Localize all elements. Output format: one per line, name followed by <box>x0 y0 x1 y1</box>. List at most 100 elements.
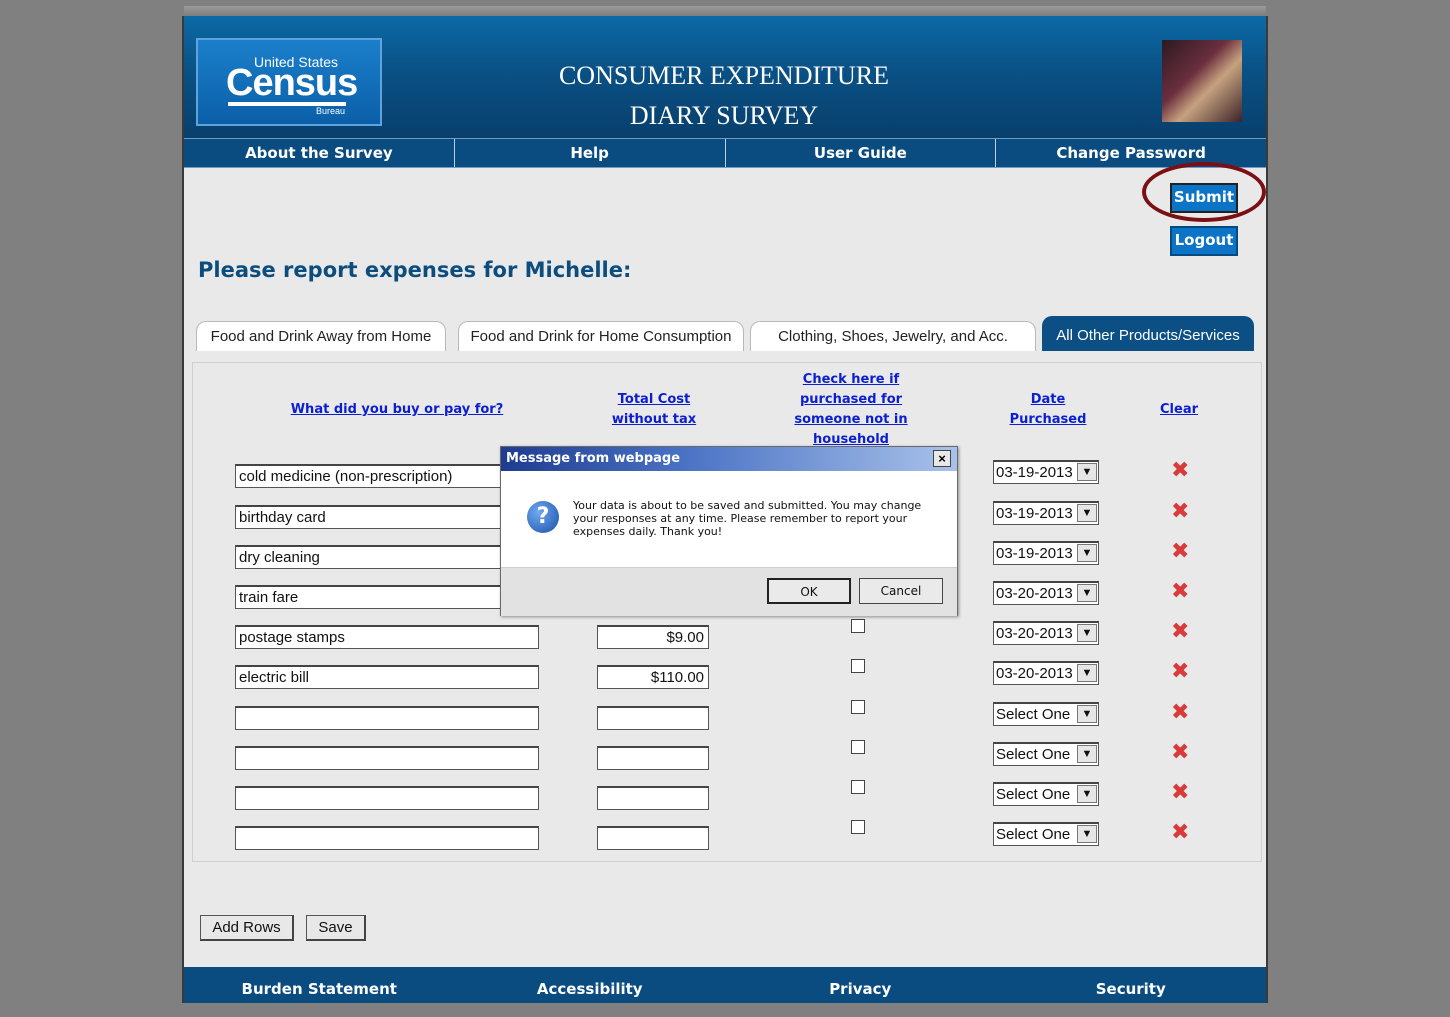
date-select[interactable]: 03-20-2013 ▼ <box>993 581 1099 605</box>
date-select[interactable]: Select One ▼ <box>993 822 1099 846</box>
cost-input[interactable] <box>597 706 709 730</box>
table-row: Select One ▼ ✖ <box>193 700 1261 746</box>
close-icon[interactable]: × <box>933 450 951 467</box>
logo-text-census: Census <box>226 62 358 104</box>
chevron-down-icon[interactable]: ▼ <box>1077 624 1097 642</box>
chevron-down-icon[interactable]: ▼ <box>1077 745 1097 763</box>
tab-clothing[interactable]: Clothing, Shoes, Jewelry, and Acc. <box>750 321 1036 351</box>
add-rows-button[interactable]: Add Rows <box>200 915 294 941</box>
date-select-value: 03-19-2013 <box>996 464 1073 481</box>
household-checkbox[interactable] <box>851 820 865 834</box>
nav-user-guide[interactable]: User Guide <box>726 139 997 167</box>
clear-x-icon[interactable]: ✖ <box>1171 702 1189 724</box>
household-checkbox[interactable] <box>851 619 865 633</box>
nav-help[interactable]: Help <box>455 139 726 167</box>
item-input[interactable] <box>235 706 539 730</box>
clear-x-icon[interactable]: ✖ <box>1171 460 1189 482</box>
nav-about-survey[interactable]: About the Survey <box>184 139 455 167</box>
clear-x-icon[interactable]: ✖ <box>1171 541 1189 563</box>
col-header-cost-line2: without tax <box>611 412 697 427</box>
date-select[interactable]: Select One ▼ <box>993 742 1099 766</box>
clear-x-icon[interactable]: ✖ <box>1171 742 1189 764</box>
logout-button[interactable]: Logout <box>1170 226 1238 256</box>
title-line-1: CONSUMER EXPENDITURE <box>558 61 890 90</box>
col-header-clear[interactable]: Clear <box>1149 400 1209 420</box>
footer-nav: Burden Statement Accessibility Privacy S… <box>184 967 1266 1003</box>
item-input[interactable] <box>235 786 539 810</box>
chevron-down-icon[interactable]: ▼ <box>1077 584 1097 602</box>
date-select[interactable]: Select One ▼ <box>993 702 1099 726</box>
chevron-down-icon[interactable]: ▼ <box>1077 825 1097 843</box>
tab-food-away[interactable]: Food and Drink Away from Home <box>196 321 446 351</box>
footer-privacy[interactable]: Privacy <box>725 967 996 1003</box>
page-title: CONSUMER EXPENDITURE DIARY SURVEY <box>484 56 964 136</box>
item-input[interactable] <box>235 746 539 770</box>
item-input[interactable]: electric bill <box>235 665 539 689</box>
item-input[interactable]: birthday card <box>235 505 539 529</box>
date-select-value: 03-20-2013 <box>996 665 1073 682</box>
ok-button[interactable]: OK <box>767 578 851 604</box>
col-header-check-line1: Check here if <box>802 372 900 387</box>
date-select-value: 03-19-2013 <box>996 545 1073 562</box>
cost-input[interactable] <box>597 786 709 810</box>
item-input[interactable]: cold medicine (non-prescription) <box>235 464 539 488</box>
household-checkbox[interactable] <box>851 659 865 673</box>
cost-input[interactable]: $110.00 <box>597 665 709 689</box>
submit-highlight-circle <box>1142 162 1266 222</box>
logo-text-bureau: Bureau <box>316 106 346 116</box>
date-select[interactable]: Select One ▼ <box>993 782 1099 806</box>
item-input[interactable]: train fare <box>235 585 539 609</box>
tab-all-other[interactable]: All Other Products/Services <box>1042 316 1254 351</box>
chevron-down-icon[interactable]: ▼ <box>1077 785 1097 803</box>
tab-food-home[interactable]: Food and Drink for Home Consumption <box>458 321 744 351</box>
cost-input[interactable] <box>597 826 709 850</box>
clear-x-icon[interactable]: ✖ <box>1171 621 1189 643</box>
dialog-message-line2: your responses at any time. Please remem… <box>573 512 908 525</box>
date-select-value: Select One <box>996 706 1071 723</box>
date-select-value: 03-20-2013 <box>996 625 1073 642</box>
footer-security[interactable]: Security <box>996 967 1267 1003</box>
household-checkbox[interactable] <box>851 700 865 714</box>
save-button[interactable]: Save <box>306 915 366 941</box>
title-line-2: DIARY SURVEY <box>629 101 819 130</box>
item-input[interactable]: postage stamps <box>235 625 539 649</box>
nav-change-password[interactable]: Change Password <box>996 139 1266 167</box>
cost-input[interactable] <box>597 746 709 770</box>
table-row: electric bill $110.00 03-20-2013 ▼ ✖ <box>193 659 1261 705</box>
col-header-check[interactable]: Check here if purchased for someone not … <box>785 370 917 450</box>
cost-input[interactable]: $9.00 <box>597 625 709 649</box>
chevron-down-icon[interactable]: ▼ <box>1077 463 1097 481</box>
cancel-button[interactable]: Cancel <box>859 578 943 604</box>
date-select[interactable]: 03-20-2013 ▼ <box>993 621 1099 645</box>
col-header-date[interactable]: Date Purchased <box>993 390 1103 430</box>
col-header-date-line1: Date <box>1030 392 1066 407</box>
footer-burden-statement[interactable]: Burden Statement <box>184 967 455 1003</box>
item-input[interactable]: dry cleaning <box>235 545 539 569</box>
date-select[interactable]: 03-19-2013 ▼ <box>993 460 1099 484</box>
clear-x-icon[interactable]: ✖ <box>1171 782 1189 804</box>
date-select-value: Select One <box>996 746 1071 763</box>
dialog-button-bar: OK Cancel <box>501 567 957 616</box>
col-header-item[interactable]: What did you buy or pay for? <box>287 400 507 420</box>
dialog-title: Message from webpage <box>501 447 957 471</box>
clear-x-icon[interactable]: ✖ <box>1171 661 1189 683</box>
date-select[interactable]: 03-19-2013 ▼ <box>993 541 1099 565</box>
chevron-down-icon[interactable]: ▼ <box>1077 705 1097 723</box>
clear-x-icon[interactable]: ✖ <box>1171 822 1189 844</box>
top-nav: About the Survey Help User Guide Change … <box>184 138 1266 168</box>
date-select[interactable]: 03-19-2013 ▼ <box>993 501 1099 525</box>
date-select[interactable]: 03-20-2013 ▼ <box>993 661 1099 685</box>
date-select-value: Select One <box>996 826 1071 843</box>
household-checkbox[interactable] <box>851 780 865 794</box>
col-header-cost[interactable]: Total Cost without tax <box>599 390 709 430</box>
clear-x-icon[interactable]: ✖ <box>1171 501 1189 523</box>
household-checkbox[interactable] <box>851 740 865 754</box>
chevron-down-icon[interactable]: ▼ <box>1077 504 1097 522</box>
chevron-down-icon[interactable]: ▼ <box>1077 664 1097 682</box>
footer-accessibility[interactable]: Accessibility <box>455 967 726 1003</box>
date-select-value: Select One <box>996 786 1071 803</box>
item-input[interactable] <box>235 826 539 850</box>
clear-x-icon[interactable]: ✖ <box>1171 581 1189 603</box>
wallet-photo <box>1162 40 1242 122</box>
chevron-down-icon[interactable]: ▼ <box>1077 544 1097 562</box>
